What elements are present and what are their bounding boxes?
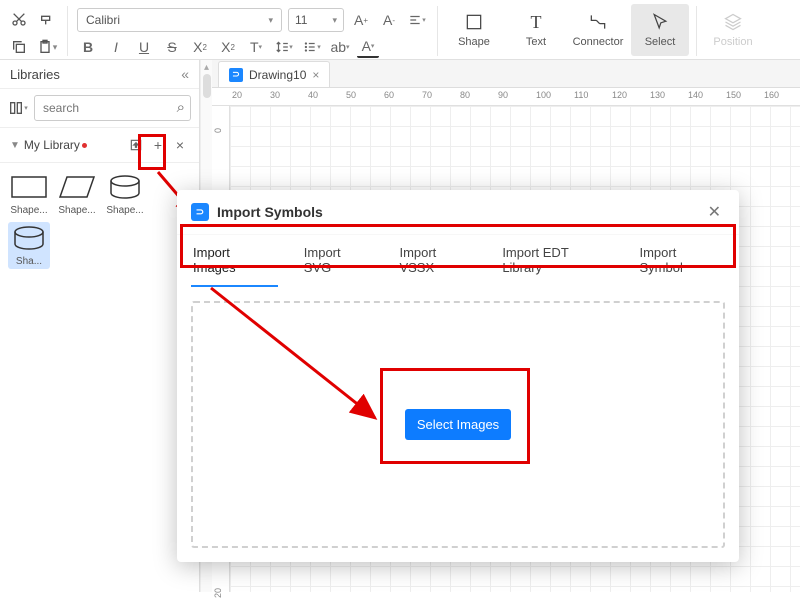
app-icon: ⊃ xyxy=(229,68,243,82)
search-input[interactable] xyxy=(34,95,191,121)
connector-tool[interactable]: Connector xyxy=(569,4,627,56)
document-tab[interactable]: ⊃ Drawing10 × xyxy=(218,61,330,87)
highlight-icon[interactable]: ab▾ xyxy=(329,36,351,58)
select-tool[interactable]: Select xyxy=(631,4,689,56)
cut-icon[interactable] xyxy=(8,8,30,30)
tab-label: Drawing10 xyxy=(249,68,306,82)
unsaved-indicator xyxy=(82,143,87,148)
ruler-horizontal: 2030405060708090100110120130140150160 xyxy=(212,88,800,106)
library-name: My Library xyxy=(24,138,80,152)
shape-icon xyxy=(464,12,484,32)
document-tabs: ⊃ Drawing10 × xyxy=(212,60,800,88)
toolbar: ▾ Calibri▾ 11▾ A+ A- ▾ B I U S X2 X2 T▾ … xyxy=(0,0,800,60)
scroll-up-icon[interactable]: ▴ xyxy=(201,60,212,75)
line-spacing-icon[interactable]: ▾ xyxy=(273,36,295,58)
import-icon[interactable] xyxy=(127,136,145,154)
tab-import-edt[interactable]: Import EDT Library xyxy=(500,235,613,287)
italic-icon[interactable]: I xyxy=(105,36,127,58)
subscript-icon[interactable]: X2 xyxy=(217,36,239,58)
shape-item[interactable]: Shape... xyxy=(104,173,146,216)
drop-zone[interactable]: Select Images xyxy=(191,301,725,548)
decrease-font-icon[interactable]: A- xyxy=(378,9,400,31)
font-select[interactable]: Calibri▾ xyxy=(77,8,282,32)
scroll-thumb[interactable] xyxy=(203,74,211,98)
library-row[interactable]: ▼ My Library + × xyxy=(0,128,199,163)
format-painter-icon[interactable] xyxy=(36,8,58,30)
dialog-header: ⊃ Import Symbols ✕ xyxy=(177,190,739,235)
text-case-icon[interactable]: T▾ xyxy=(245,36,267,58)
strike-icon[interactable]: S xyxy=(161,36,183,58)
connector-icon xyxy=(588,12,608,32)
font-size-select[interactable]: 11▾ xyxy=(288,8,344,32)
increase-font-icon[interactable]: A+ xyxy=(350,9,372,31)
app-icon: ⊃ xyxy=(191,203,209,221)
tab-import-svg[interactable]: Import SVG xyxy=(302,235,374,287)
tab-import-images[interactable]: Import Images xyxy=(191,235,278,287)
tab-import-vssx[interactable]: Import VSSX xyxy=(397,235,476,287)
text-icon: T xyxy=(526,12,546,32)
search-icon[interactable]: ⌕ xyxy=(177,99,185,116)
close-icon[interactable]: × xyxy=(171,136,189,154)
shape-tool[interactable]: Shape xyxy=(445,4,503,56)
dialog-tabs: Import Images Import SVG Import VSSX Imp… xyxy=(177,235,739,287)
collapse-icon[interactable]: « xyxy=(181,66,189,82)
copy-icon[interactable] xyxy=(8,36,30,58)
superscript-icon[interactable]: X2 xyxy=(189,36,211,58)
sidebar-title: Libraries xyxy=(10,67,60,82)
add-icon[interactable]: + xyxy=(149,136,167,154)
position-tool: Position xyxy=(704,4,762,56)
select-images-button[interactable]: Select Images xyxy=(405,409,511,440)
list-icon[interactable]: ▾ xyxy=(301,36,323,58)
sidebar: Libraries « ▾ ⌕ ▼ My Library + × Shape..… xyxy=(0,60,200,592)
chevron-down-icon: ▼ xyxy=(10,140,20,151)
library-icon[interactable]: ▾ xyxy=(8,98,28,118)
text-tool[interactable]: T Text xyxy=(507,4,565,56)
shape-item[interactable]: Shape... xyxy=(56,173,98,216)
sidebar-search: ▾ ⌕ xyxy=(0,89,199,128)
dialog-body: Select Images xyxy=(177,287,739,562)
dialog-title: Import Symbols xyxy=(217,204,696,220)
shape-grid: Shape... Shape... Shape... Sha... xyxy=(0,163,199,279)
sidebar-header: Libraries « xyxy=(0,60,199,89)
tab-import-symbol[interactable]: Import Symbol xyxy=(637,235,725,287)
bold-icon[interactable]: B xyxy=(77,36,99,58)
select-icon xyxy=(650,12,670,32)
tab-close-icon[interactable]: × xyxy=(312,68,319,82)
underline-icon[interactable]: U xyxy=(133,36,155,58)
font-color-icon[interactable]: A▾ xyxy=(357,36,379,58)
shape-item[interactable]: Shape... xyxy=(8,173,50,216)
paste-icon[interactable]: ▾ xyxy=(36,36,58,58)
position-icon xyxy=(723,12,743,32)
dialog-close-icon[interactable]: ✕ xyxy=(704,200,725,224)
shape-item-selected[interactable]: Sha... xyxy=(8,222,50,269)
align-dropdown-icon[interactable]: ▾ xyxy=(406,9,428,31)
import-symbols-dialog: ⊃ Import Symbols ✕ Import Images Import … xyxy=(177,190,739,562)
